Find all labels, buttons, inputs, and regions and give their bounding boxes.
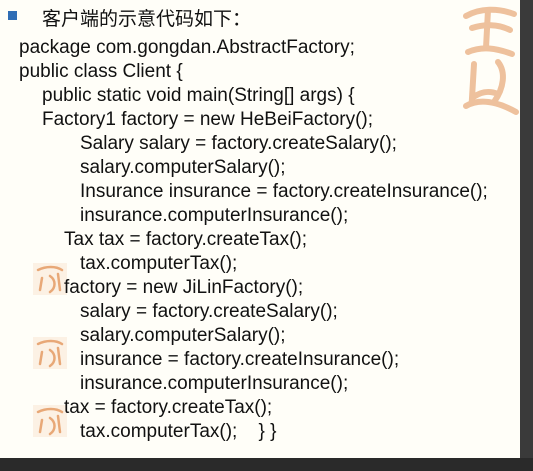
code-line: Insurance insurance = factory.createInsu… xyxy=(80,181,488,202)
code-line: tax.computerTax(); } } xyxy=(80,421,277,442)
calligraphy-seal-icon xyxy=(33,405,67,437)
slide: 客户端的示意代码如下： package com.gongdan.Abstract… xyxy=(0,0,520,458)
window-edge xyxy=(0,458,533,471)
code-line: package com.gongdan.AbstractFactory; xyxy=(19,37,355,58)
code-line: Salary salary = factory.createSalary(); xyxy=(80,133,397,154)
code-line: salary.computerSalary(); xyxy=(80,325,286,346)
slide-heading: 客户端的示意代码如下： xyxy=(42,8,252,30)
code-line: tax.computerTax(); xyxy=(80,253,238,274)
calligraphy-seal-icon xyxy=(33,337,67,369)
code-line: public class Client { xyxy=(19,61,183,82)
code-line: tax = factory.createTax(); xyxy=(64,397,273,418)
calligraphy-seal-icon xyxy=(33,263,67,295)
code-line: public static void main(String[] args) { xyxy=(42,85,355,106)
calligraphy-seal-icon xyxy=(463,6,519,115)
code-line: factory = new JiLinFactory(); xyxy=(64,277,304,298)
code-line: insurance.computerInsurance(); xyxy=(80,205,349,226)
square-bullet-icon xyxy=(8,11,17,20)
code-line: insurance.computerInsurance(); xyxy=(80,373,349,394)
code-line: salary = factory.createSalary(); xyxy=(80,301,338,322)
window-edge xyxy=(520,0,533,458)
code-line: salary.computerSalary(); xyxy=(80,157,286,178)
code-line: Tax tax = factory.createTax(); xyxy=(64,229,308,250)
code-line: Factory1 factory = new HeBeiFactory(); xyxy=(42,109,374,130)
code-line: insurance = factory.createInsurance(); xyxy=(80,349,400,370)
